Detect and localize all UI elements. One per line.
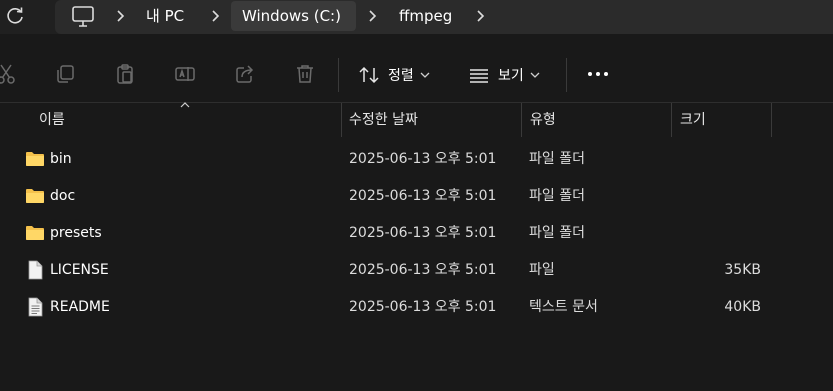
file-type: 파일 [529,262,555,278]
file-row[interactable]: bin 2025-06-13 오후 5:01 파일 폴더 [0,141,833,178]
file-list: bin 2025-06-13 오후 5:01 파일 폴더 doc 2025-06… [0,141,833,326]
toolbar-separator [338,58,339,92]
file-type: 파일 폴더 [529,225,585,241]
text-file-icon [28,297,43,317]
file-date: 2025-06-13 오후 5:01 [349,299,497,315]
column-header-date[interactable]: 수정한 날짜 [349,103,418,137]
breadcrumb-item-ffmpeg[interactable]: ffmpeg [399,4,452,28]
file-row[interactable]: LICENSE 2025-06-13 오후 5:01 파일 35KB [0,252,833,289]
breadcrumb[interactable]: 내 PC Windows (C:) ffmpeg [55,0,833,34]
chevron-down-icon [420,72,430,78]
file-size: 40KB [724,299,761,315]
command-bar: 정렬 보기 [0,48,833,100]
sort-label: 정렬 [388,68,414,84]
view-button[interactable]: 보기 [468,58,540,92]
cut-icon[interactable] [0,62,18,86]
file-type: 파일 폴더 [529,151,585,167]
file-row[interactable]: presets 2025-06-13 오후 5:01 파일 폴더 [0,215,833,252]
chevron-right-icon[interactable] [210,6,222,26]
chevron-down-icon [530,72,540,78]
copy-icon[interactable] [53,62,77,86]
file-date: 2025-06-13 오후 5:01 [349,188,497,204]
column-divider[interactable] [771,103,772,137]
toolbar-separator [566,58,567,92]
sort-button[interactable]: 정렬 [358,58,430,92]
file-name: doc [50,188,76,204]
column-header-name[interactable]: 이름 [39,103,65,137]
rename-icon[interactable] [173,62,197,86]
column-header-type[interactable]: 유형 [530,103,556,137]
column-header-row: 이름 수정한 날짜 유형 크기 [0,102,833,137]
chevron-right-icon[interactable] [115,6,127,26]
file-date: 2025-06-13 오후 5:01 [349,262,497,278]
file-date: 2025-06-13 오후 5:01 [349,225,497,241]
share-icon[interactable] [233,62,257,86]
column-divider[interactable] [521,103,522,137]
more-options-icon[interactable] [584,63,612,85]
delete-icon[interactable] [293,62,317,86]
file-size: 35KB [724,262,761,278]
view-label: 보기 [498,68,524,84]
file-type: 텍스트 문서 [529,299,598,315]
column-divider[interactable] [341,103,342,137]
chevron-right-icon[interactable] [367,6,379,26]
column-header-size[interactable]: 크기 [680,103,706,137]
view-list-icon [470,69,488,83]
folder-icon [26,152,44,166]
sort-icon [359,66,379,84]
breadcrumb-item-this-pc[interactable]: 내 PC [146,4,184,28]
paste-icon[interactable] [113,62,137,86]
file-name: README [50,299,110,315]
address-bar: 내 PC Windows (C:) ffmpeg [0,0,833,34]
file-icon [28,260,43,280]
sort-ascending-icon [180,102,190,108]
folder-icon [26,226,44,240]
file-name: presets [50,225,102,241]
file-row[interactable]: README 2025-06-13 오후 5:01 텍스트 문서 40KB [0,289,833,326]
folder-icon [26,189,44,203]
file-row[interactable]: doc 2025-06-13 오후 5:01 파일 폴더 [0,178,833,215]
file-type: 파일 폴더 [529,188,585,204]
file-name: bin [50,151,72,167]
file-date: 2025-06-13 오후 5:01 [349,151,497,167]
refresh-icon[interactable] [3,4,27,28]
breadcrumb-item-c-drive[interactable]: Windows (C:) [242,4,341,28]
file-name: LICENSE [50,262,109,278]
column-divider[interactable] [671,103,672,137]
computer-icon[interactable] [71,3,95,29]
chevron-right-icon[interactable] [475,6,487,26]
